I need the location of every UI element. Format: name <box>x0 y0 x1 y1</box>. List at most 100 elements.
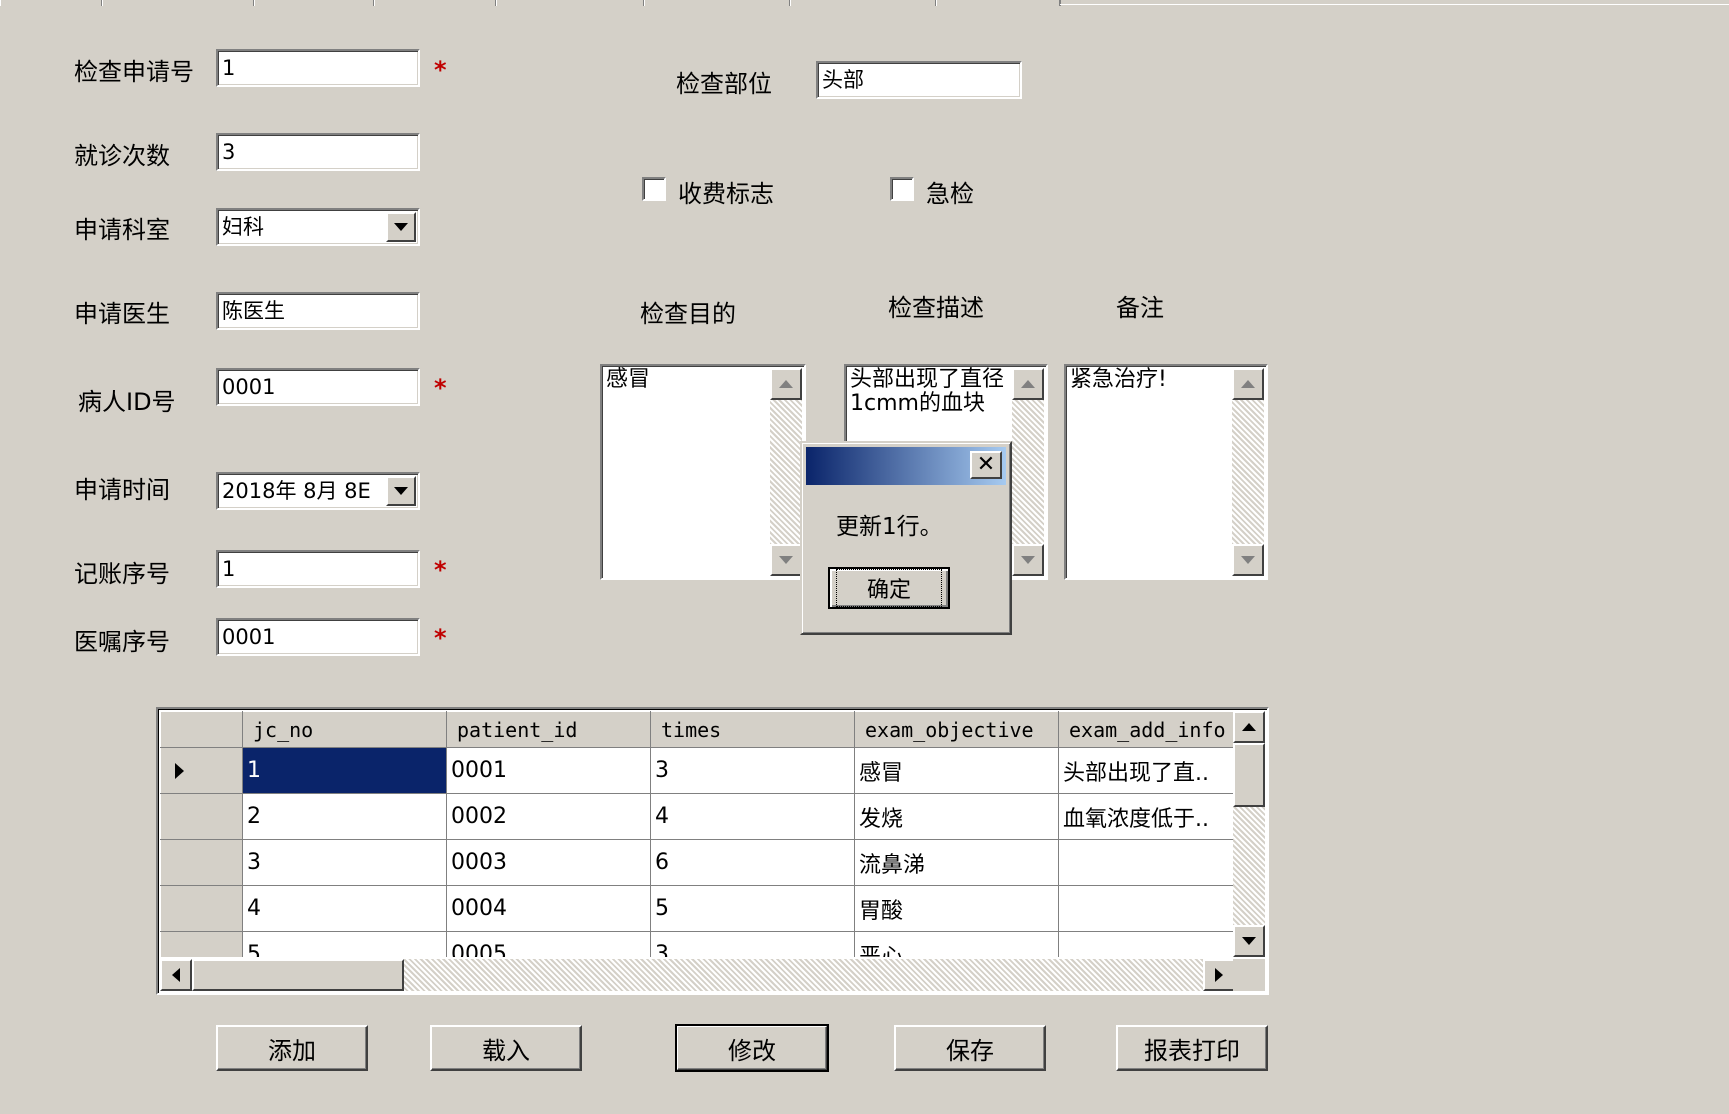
table-cell[interactable]: 0005 <box>446 931 651 957</box>
tab-4[interactable] <box>374 0 497 6</box>
scroll-thumb[interactable] <box>1233 743 1265 807</box>
request-dept-label: 申请科室 <box>74 216 170 244</box>
column-header-jc-no[interactable]: jc_no <box>242 711 447 748</box>
scroll-up-button[interactable] <box>1232 368 1264 400</box>
scroll-left-button[interactable] <box>160 959 192 991</box>
table-row[interactable]: 3 0003 6 流鼻涕 <box>160 839 1235 886</box>
request-dept-value: 妇科 <box>222 215 264 239</box>
table-cell[interactable]: 1 <box>242 747 447 794</box>
order-no-field[interactable]: 0001 <box>216 618 420 656</box>
close-button[interactable]: ✕ <box>970 451 1002 479</box>
grid-table: jc_no patient_id times exam_objective ex… <box>160 711 1235 957</box>
table-cell[interactable]: 6 <box>650 839 855 886</box>
charge-flag-checkbox[interactable] <box>642 177 666 201</box>
arrow-left-icon <box>172 968 180 982</box>
request-time-label: 申请时间 <box>74 476 170 504</box>
scroll-down-button[interactable] <box>1012 544 1044 576</box>
scroll-up-button[interactable] <box>770 368 802 400</box>
table-cell[interactable]: 头部出现了直.. <box>1058 747 1235 794</box>
grid-vertical-scrollbar[interactable] <box>1233 711 1265 957</box>
exam-part-field[interactable]: 头部 <box>816 61 1022 99</box>
table-cell[interactable]: 感冒 <box>854 747 1059 794</box>
exam-objective-text: 感冒 <box>606 367 651 392</box>
table-cell[interactable]: 胃酸 <box>854 885 1059 932</box>
modify-button[interactable]: 修改 <box>675 1024 829 1072</box>
table-cell[interactable] <box>1058 839 1235 886</box>
table-cell[interactable]: 3 <box>650 931 855 957</box>
account-no-field[interactable]: 1 <box>216 550 420 588</box>
table-cell[interactable] <box>1058 931 1235 957</box>
table-cell[interactable] <box>1058 885 1235 932</box>
dropdown-button[interactable] <box>386 476 416 506</box>
scroll-up-button[interactable] <box>1012 368 1044 400</box>
table-row[interactable]: 5 0005 3 恶心 <box>160 931 1235 957</box>
row-indicator[interactable] <box>160 747 243 794</box>
table-cell[interactable]: 0001 <box>446 747 651 794</box>
tab-8[interactable] <box>936 0 1061 6</box>
tab-3[interactable] <box>254 0 375 6</box>
table-cell[interactable]: 5 <box>650 885 855 932</box>
data-grid[interactable]: jc_no patient_id times exam_objective ex… <box>156 707 1269 995</box>
column-header-patient-id[interactable]: patient_id <box>446 711 651 748</box>
tab-2[interactable] <box>102 0 255 6</box>
request-doctor-field[interactable]: 陈医生 <box>216 292 420 330</box>
table-cell[interactable]: 4 <box>242 885 447 932</box>
visit-times-field[interactable]: 3 <box>216 133 420 171</box>
dialog-title-bar[interactable]: ✕ <box>806 447 1006 485</box>
vertical-scrollbar[interactable] <box>1232 368 1264 576</box>
required-star: * <box>434 624 447 652</box>
exam-objective-memo[interactable]: 感冒 <box>600 364 806 580</box>
column-header-exam-objective[interactable]: exam_objective <box>854 711 1059 748</box>
column-header-exam-add-info[interactable]: exam_add_info <box>1058 711 1235 748</box>
scroll-down-button[interactable] <box>1232 544 1264 576</box>
tab-5[interactable] <box>496 0 645 6</box>
request-time-picker[interactable]: 2018年 8月 8E <box>216 472 420 510</box>
scroll-down-button[interactable] <box>1233 925 1265 957</box>
patient-id-field[interactable]: 0001 <box>216 368 420 406</box>
row-indicator[interactable] <box>160 885 243 932</box>
scroll-thumb[interactable] <box>192 959 404 991</box>
table-row[interactable]: 2 0002 4 发烧 血氧浓度低于.. <box>160 793 1235 840</box>
remarks-memo[interactable]: 紧急治疗! <box>1064 364 1268 580</box>
print-report-button[interactable]: 报表打印 <box>1116 1025 1268 1071</box>
table-cell[interactable]: 5 <box>242 931 447 957</box>
column-header-times[interactable]: times <box>650 711 855 748</box>
table-row[interactable]: 1 0001 3 感冒 头部出现了直.. <box>160 747 1235 794</box>
table-cell[interactable]: 4 <box>650 793 855 840</box>
table-cell[interactable]: 0004 <box>446 885 651 932</box>
vertical-scrollbar[interactable] <box>1012 368 1044 576</box>
table-row[interactable]: 4 0004 5 胃酸 <box>160 885 1235 932</box>
tab-7[interactable] <box>790 0 937 6</box>
table-cell[interactable]: 发烧 <box>854 793 1059 840</box>
table-cell[interactable]: 0003 <box>446 839 651 886</box>
urgent-checkbox[interactable] <box>890 177 914 201</box>
row-indicator[interactable] <box>160 839 243 886</box>
required-star: * <box>434 56 447 84</box>
ok-button[interactable]: 确定 <box>828 567 950 609</box>
table-cell[interactable]: 2 <box>242 793 447 840</box>
request-dept-select[interactable]: 妇科 <box>216 208 420 246</box>
add-button[interactable]: 添加 <box>216 1025 368 1071</box>
table-cell[interactable]: 3 <box>242 839 447 886</box>
dropdown-button[interactable] <box>386 212 416 242</box>
save-button[interactable]: 保存 <box>894 1025 1046 1071</box>
table-cell[interactable]: 血氧浓度低于.. <box>1058 793 1235 840</box>
remarks-label: 备注 <box>1116 294 1164 322</box>
table-cell[interactable]: 流鼻涕 <box>854 839 1059 886</box>
scroll-up-button[interactable] <box>1233 711 1265 743</box>
tab-1[interactable] <box>0 0 103 6</box>
scroll-down-button[interactable] <box>770 544 802 576</box>
table-cell[interactable]: 3 <box>650 747 855 794</box>
ok-button-label: 确定 <box>835 569 942 607</box>
table-cell[interactable]: 0002 <box>446 793 651 840</box>
load-button[interactable]: 载入 <box>430 1025 582 1071</box>
scroll-right-button[interactable] <box>1203 959 1235 991</box>
order-no-label: 医嘱序号 <box>74 628 170 656</box>
row-indicator[interactable] <box>160 931 243 957</box>
tab-6[interactable] <box>644 0 791 6</box>
exam-request-no-field[interactable]: 1 <box>216 49 420 87</box>
grid-horizontal-scrollbar[interactable] <box>160 959 1235 991</box>
row-indicator[interactable] <box>160 793 243 840</box>
vertical-scrollbar[interactable] <box>770 368 802 576</box>
table-cell[interactable]: 恶心 <box>854 931 1059 957</box>
